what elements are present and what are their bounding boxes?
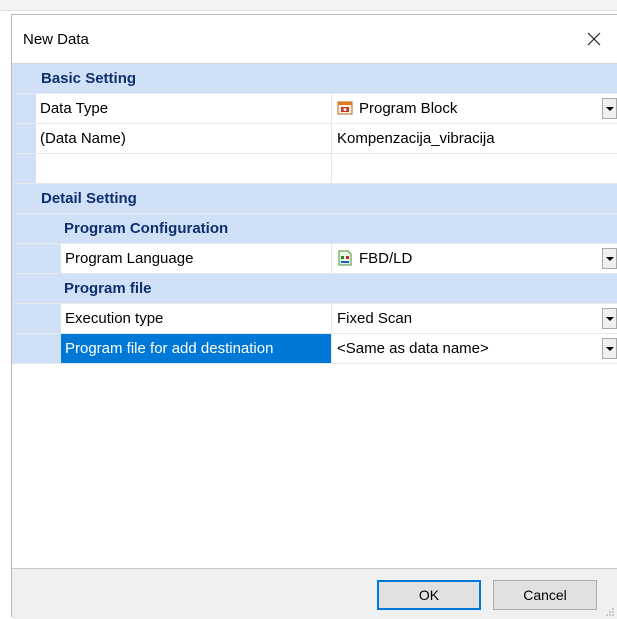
property-name: Execution type	[65, 310, 164, 327]
program-block-icon	[337, 101, 353, 115]
property-row-data-name[interactable]: (Data Name) Kompenzacija_vibracija	[12, 124, 617, 154]
property-row-destination[interactable]: Program file for add destination <Same a…	[12, 334, 617, 364]
data-type-text: Program Block	[359, 100, 458, 117]
chevron-down-icon	[605, 256, 614, 261]
destination-text: <Same as data name>	[337, 340, 489, 357]
property-name: (Data Name)	[40, 130, 126, 147]
row-gutter	[12, 244, 61, 273]
background-strip	[0, 0, 617, 11]
category-basic-setting[interactable]: Basic Setting	[12, 64, 617, 94]
category-label: Program Configuration	[64, 220, 229, 237]
property-name: Data Type	[40, 100, 109, 117]
close-button[interactable]	[571, 15, 617, 63]
data-type-dropdown-button[interactable]	[602, 98, 617, 119]
execution-type-dropdown-button[interactable]	[602, 308, 617, 329]
destination-dropdown-button[interactable]	[602, 338, 617, 359]
title-bar: New Data	[12, 15, 617, 63]
property-row-program-language[interactable]: Program Language FBD/LD	[12, 244, 617, 274]
row-gutter	[12, 334, 61, 363]
row-gutter	[12, 154, 36, 183]
category-label: Basic Setting	[41, 70, 137, 87]
category-program-configuration[interactable]: Program Configuration	[12, 214, 617, 244]
chevron-down-icon	[605, 346, 614, 351]
fbd-ld-icon	[338, 250, 352, 266]
chevron-down-icon	[605, 106, 614, 111]
category-program-file[interactable]: Program file	[12, 274, 617, 304]
property-grid: Basic Setting Data Type Program Block (D…	[12, 63, 617, 364]
row-gutter	[12, 94, 36, 123]
execution-type-text: Fixed Scan	[337, 310, 413, 327]
chevron-down-icon	[605, 316, 614, 321]
property-name: Program Language	[65, 250, 194, 267]
row-gutter	[12, 304, 61, 333]
destination-value[interactable]: <Same as data name>	[331, 334, 617, 363]
resize-grip-icon[interactable]	[605, 607, 615, 617]
property-row-data-type[interactable]: Data Type Program Block	[12, 94, 617, 124]
data-type-value[interactable]: Program Block	[331, 94, 617, 123]
property-name-selected: Program file for add destination	[61, 334, 331, 363]
program-language-text: FBD/LD	[359, 250, 413, 267]
dialog-title: New Data	[23, 31, 89, 48]
ok-button[interactable]: OK	[377, 580, 481, 610]
cancel-button[interactable]: Cancel	[493, 580, 597, 610]
execution-type-value[interactable]: Fixed Scan	[331, 304, 617, 333]
program-language-value[interactable]: FBD/LD	[331, 244, 617, 273]
data-name-text: Kompenzacija_vibracija	[337, 130, 495, 147]
category-label: Program file	[64, 280, 152, 297]
empty-value	[331, 154, 617, 183]
close-icon	[587, 32, 601, 46]
property-row-empty	[12, 154, 617, 184]
new-data-dialog: New Data Basic Setting Data Type Program…	[11, 14, 617, 619]
category-label: Detail Setting	[41, 190, 137, 207]
row-gutter	[12, 124, 36, 153]
data-name-value[interactable]: Kompenzacija_vibracija	[331, 124, 617, 153]
button-bar: OK Cancel	[12, 568, 617, 619]
category-detail-setting[interactable]: Detail Setting	[12, 184, 617, 214]
program-language-dropdown-button[interactable]	[602, 248, 617, 269]
property-row-execution-type[interactable]: Execution type Fixed Scan	[12, 304, 617, 334]
